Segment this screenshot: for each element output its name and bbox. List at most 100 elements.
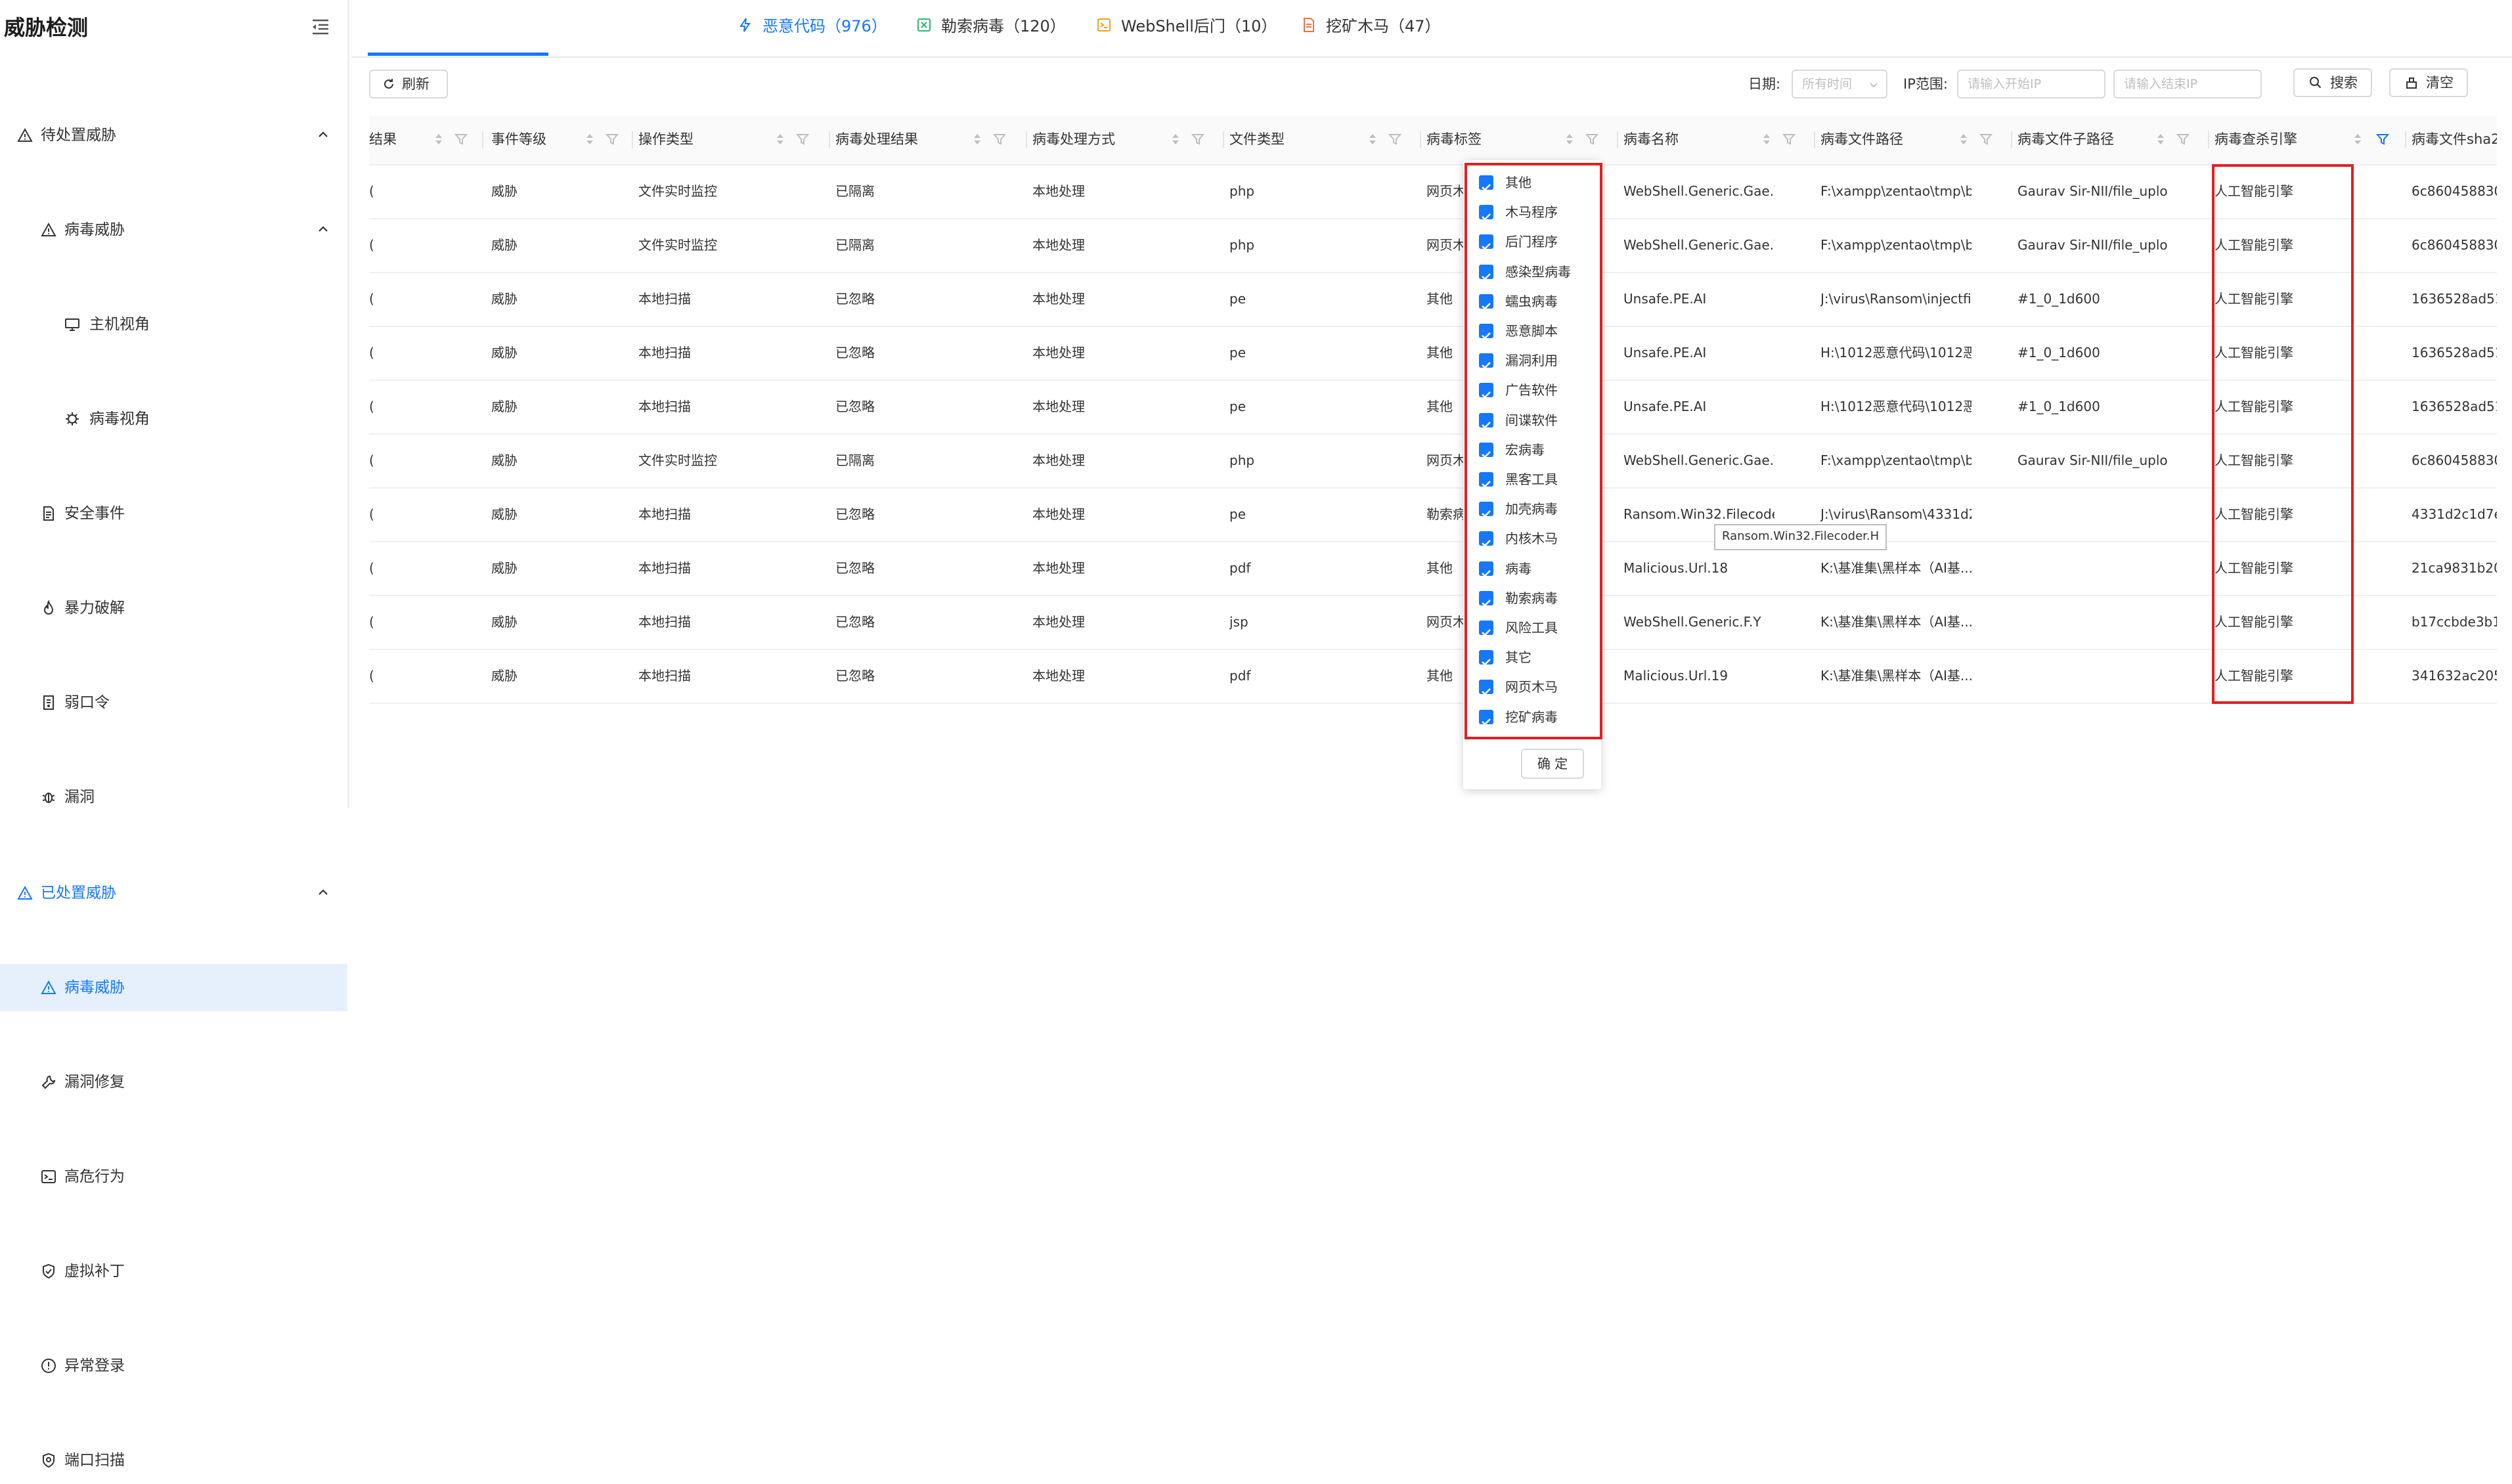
sidebar-item-brute-force[interactable]: 暴力破解 (0, 584, 347, 632)
table-row[interactable]: (威胁 本地扫描 已忽略 本地处理 pdf 其他 Malicious.Url.18 K:\基准… (369, 541, 2497, 596)
table-cell: WebShell.Generic.Gae.Y (1623, 237, 1774, 253)
column-separator[interactable] (2405, 131, 2406, 148)
sidebar-item-virtual-patch[interactable]: 虚拟补丁 (0, 1248, 347, 1295)
filter-icon[interactable] (606, 133, 619, 146)
sort-icon[interactable] (1960, 133, 1968, 146)
column-separator[interactable] (829, 131, 830, 148)
column-separator[interactable] (1814, 131, 1815, 148)
table-row[interactable]: (威胁 本地扫描 已忽略 本地处理 pe 其他 Unsafe.PE.AI J:\virus\R… (369, 272, 2497, 327)
table-cell: 本地处理 (1032, 183, 1085, 199)
column-header[interactable]: 病毒文件sha2 (2412, 116, 2497, 163)
filter-icon[interactable] (993, 133, 1006, 146)
table-cell: K:\基准集\黑样本（AI基... (1820, 668, 1972, 684)
sort-icon[interactable] (1172, 133, 1179, 146)
table-row[interactable]: (威胁 文件实时监控 已隔离 本地处理 php 网页木 WebShell.Generic.G… (369, 218, 2497, 273)
table-row[interactable]: (威胁 文件实时监控 已隔离 本地处理 php 网页木 WebShell.Generic.G… (369, 433, 2497, 489)
warning-icon (41, 222, 56, 236)
sidebar-item-security-events[interactable]: 安全事件 (0, 490, 347, 537)
table-cell: 本地处理 (1032, 452, 1085, 468)
active-tab-indicator (368, 53, 548, 56)
column-separator[interactable] (1420, 131, 1421, 148)
sort-icon[interactable] (435, 133, 443, 146)
table-cell: 其他 (1426, 291, 1453, 307)
table-row[interactable]: (威胁 本地扫描 已忽略 本地处理 pe 其他 Unsafe.PE.AI H:\1012恶意代… (369, 380, 2497, 435)
sidebar-item-label: 已处置威胁 (41, 884, 116, 902)
tab-malicious-code[interactable]: 恶意代码（976） (738, 0, 887, 56)
sort-icon[interactable] (2157, 133, 2165, 146)
clear-button[interactable]: 清空 (2389, 68, 2468, 97)
sort-icon[interactable] (586, 133, 594, 146)
sidebar-item-virus-view[interactable]: 病毒视角 (0, 395, 347, 443)
column-separator[interactable] (482, 131, 483, 148)
tab-ransomware[interactable]: 勒索病毒（120） (916, 0, 1066, 56)
filter-icon[interactable] (1388, 133, 1401, 146)
ransom-icon (917, 18, 931, 32)
filter-icon[interactable] (796, 133, 809, 146)
table-cell (2017, 595, 2169, 649)
table-cell: 已忽略 (835, 399, 875, 414)
sidebar-item-pending-threats[interactable]: 待处置威胁 (0, 112, 347, 159)
sidebar-item-handled-threats[interactable]: 已处置威胁 (0, 869, 347, 917)
refresh-button[interactable]: 刷新 (369, 70, 448, 98)
table-row[interactable]: (威胁本地扫描已忽略本地处理pe勒索病Ransom.Win32.Filecode… (369, 487, 2497, 542)
menu-collapse-icon[interactable] (311, 17, 330, 37)
sort-icon[interactable] (973, 133, 981, 146)
table-cell: pe (1229, 291, 1246, 307)
sidebar-item-virus-threats[interactable]: 病毒威胁 (0, 206, 347, 253)
sidebar-item-high-risk[interactable]: 高危行为 (0, 1153, 347, 1200)
column-separator[interactable] (1026, 131, 1027, 148)
table-cell: 本地扫描 (638, 291, 691, 307)
table-cell: F:\xampp\zentao\tmp\ba... (1820, 237, 1972, 253)
tab-mining-trojan[interactable]: 挖矿木马（47） (1301, 0, 1441, 56)
filter-icon[interactable] (1191, 133, 1204, 146)
sidebar-item-label: 异常登录 (64, 1357, 125, 1374)
filter-icon[interactable] (454, 133, 468, 146)
column-separator[interactable] (2011, 131, 2012, 148)
table-cell: 6c860458830b (2412, 183, 2497, 199)
sidebar-item-label: 暴力破解 (64, 600, 125, 617)
table-cell: Gaurav Sir-NII/file_uploa... (2017, 183, 2169, 199)
column-separator[interactable] (632, 131, 633, 148)
column-separator[interactable] (1617, 131, 1618, 148)
filter-confirm-button[interactable]: 确 定 (1521, 749, 1584, 779)
sort-icon[interactable] (1566, 133, 1574, 146)
tab-bar: 恶意代码（976） 勒索病毒（120） WebShell后门（10） 挖矿木马（… (351, 0, 2512, 58)
sidebar-item-vulnerability[interactable]: 漏洞 (0, 774, 347, 821)
table-cell: H:\1012恶意代码\1012恶... (1820, 399, 1972, 414)
column-separator[interactable] (2208, 131, 2209, 148)
search-button[interactable]: 搜索 (2293, 68, 2372, 97)
table-row[interactable]: (威胁 本地扫描 已忽略 本地处理 pdf 其他 Malicious.Url.19 K:\基准… (369, 649, 2497, 704)
filter-icon[interactable] (2376, 133, 2389, 146)
table-cell: 已忽略 (835, 506, 875, 522)
tab-webshell[interactable]: WebShell后门（10） (1096, 0, 1277, 56)
table-row[interactable]: (威胁 文件实时监控 已隔离 本地处理 php 网页木 WebShell.Generic.G… (369, 164, 2497, 219)
filter-icon[interactable] (1585, 133, 1598, 146)
sidebar-item-virus-threats-handled[interactable]: 病毒威胁 (0, 964, 347, 1011)
table-row[interactable]: (威胁 本地扫描 已忽略 本地处理 pe 其他 Unsafe.PE.AI H:\1012恶意代… (369, 326, 2497, 381)
sidebar-item-vuln-fix[interactable]: 漏洞修复 (0, 1058, 347, 1106)
table-row[interactable]: (威胁 本地扫描 已忽略 本地处理 jsp 网页木 WebShell.Generic.F.Y… (369, 595, 2497, 650)
filter-icon[interactable] (1979, 133, 1993, 146)
ip-start-input[interactable]: 请输入开始IP (1957, 70, 2105, 98)
sidebar-item-host-view[interactable]: 主机视角 (0, 301, 347, 348)
table-cell (2017, 487, 2169, 541)
filter-icon[interactable] (1782, 133, 1796, 146)
date-select[interactable]: 所有时间 (1792, 70, 1887, 98)
sort-icon[interactable] (1369, 133, 1377, 146)
date-label: 日期: (1748, 76, 1781, 92)
table-cell: 已忽略 (835, 668, 875, 684)
sort-icon[interactable] (1763, 133, 1771, 146)
column-separator[interactable] (1223, 131, 1224, 148)
sidebar-item-weak-password[interactable]: 弱口令 (0, 679, 347, 726)
sort-icon[interactable] (776, 133, 784, 146)
warning-icon (41, 980, 56, 994)
ip-end-input[interactable]: 请输入结束IP (2113, 70, 2262, 98)
table-cell: 6c860458830b (2412, 237, 2497, 253)
tab-label: WebShell后门（10） (1121, 17, 1277, 35)
sidebar-item-port-scan[interactable]: 端口扫描 (0, 1437, 347, 1484)
table-cell: 网页木 (1426, 614, 1466, 630)
sort-icon[interactable] (2354, 133, 2362, 146)
sidebar-item-abnormal-login[interactable]: 异常登录 (0, 1342, 347, 1389)
filter-icon[interactable] (2176, 133, 2190, 146)
flame-icon (43, 600, 54, 615)
